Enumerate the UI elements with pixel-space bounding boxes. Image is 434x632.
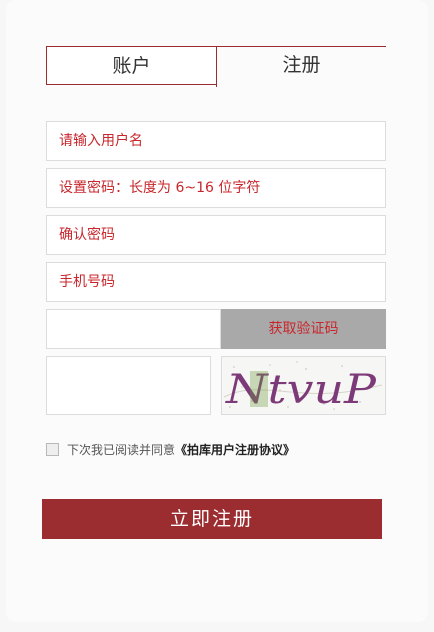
captcha-overlay	[250, 371, 268, 407]
captcha-field[interactable]	[46, 356, 211, 415]
register-submit-button[interactable]: 立即注册	[42, 499, 382, 539]
phone-field[interactable]	[46, 262, 386, 302]
agreement-row: 下次我已阅读并同意 《拍库用户注册协议》	[46, 440, 295, 458]
sms-code-row: 获取验证码	[46, 309, 386, 349]
captcha-char: NtvuP	[225, 367, 377, 413]
get-sms-code-button[interactable]: 获取验证码	[221, 309, 386, 349]
password-field[interactable]	[46, 168, 386, 208]
agreement-link[interactable]: 《拍库用户注册协议》	[175, 441, 295, 458]
auth-tabs: 账户 注册	[46, 46, 386, 87]
phone-input[interactable]	[47, 263, 385, 301]
tab-register[interactable]: 注册	[216, 46, 386, 87]
captcha-graphic: NtvuP	[222, 357, 385, 414]
sms-code-input[interactable]	[47, 310, 220, 348]
confirm-password-field[interactable]	[46, 215, 386, 255]
confirm-password-input[interactable]	[47, 216, 385, 254]
captcha-image[interactable]: NtvuP	[221, 356, 386, 415]
sms-code-field[interactable]	[46, 309, 221, 349]
username-field[interactable]	[46, 121, 386, 161]
captcha-row: NtvuP	[46, 356, 386, 416]
password-input[interactable]	[47, 169, 385, 207]
captcha-input[interactable]	[47, 357, 210, 414]
username-input[interactable]	[47, 122, 385, 160]
agreement-checkbox[interactable]	[46, 442, 59, 456]
agreement-text: 下次我已阅读并同意	[67, 442, 176, 457]
tab-login[interactable]: 账户	[46, 46, 216, 85]
